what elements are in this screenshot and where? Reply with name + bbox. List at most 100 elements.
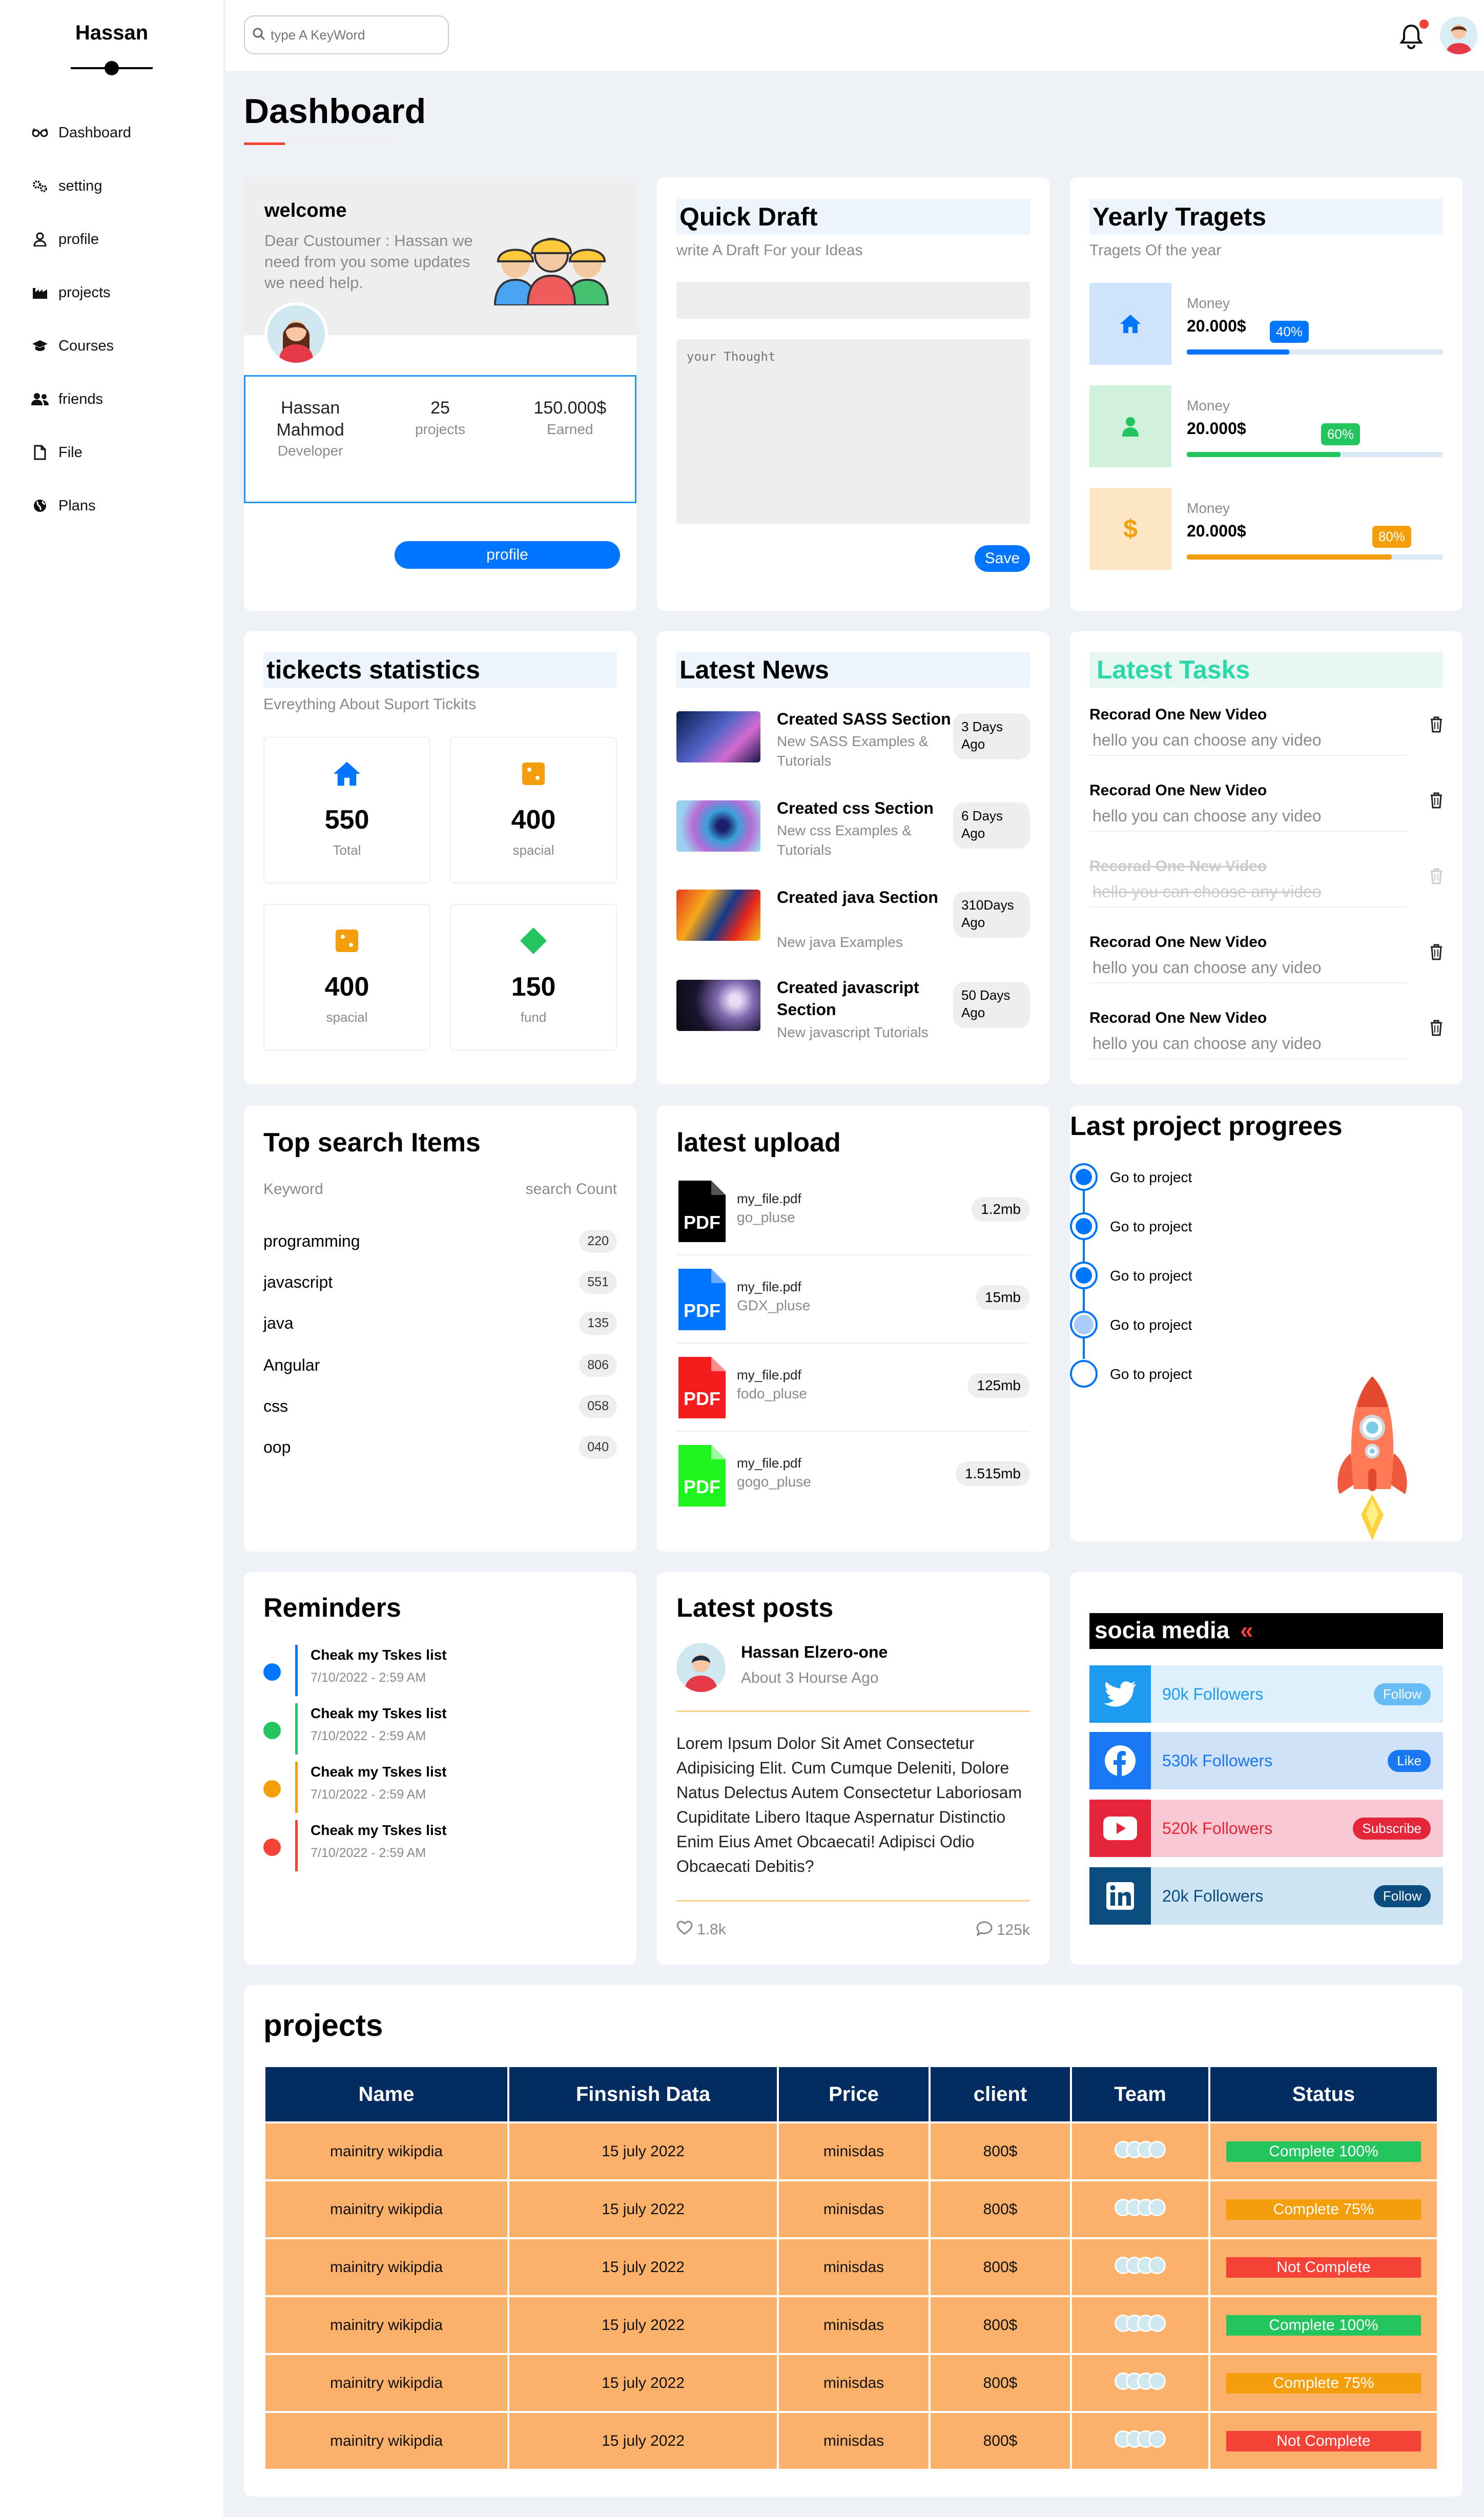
draft-textarea[interactable] xyxy=(676,339,1030,524)
table-row[interactable]: mainitry wikipdia 15 july 2022 minisdas 800… xyxy=(263,2179,1439,2239)
project-team-cell xyxy=(1070,2179,1210,2239)
upload-item[interactable]: PDF my_file.pdf GDX_pluse 15mb xyxy=(676,1256,1030,1344)
stat-projects: 25 projects xyxy=(375,377,505,502)
ticket-label: spacial xyxy=(326,1009,368,1025)
facebook-icon xyxy=(1089,1732,1151,1789)
social-media-card: socia media « 90k Followers Follow 530k … xyxy=(1070,1572,1462,1965)
sidebar-item-profile[interactable]: profile xyxy=(0,213,223,266)
upload-size: 15mb xyxy=(975,1285,1030,1310)
reminder-title: Cheak my Tskes list xyxy=(311,1822,447,1838)
upload-filename: my_file.pdf xyxy=(737,1279,801,1294)
social-like-button[interactable]: Like xyxy=(1388,1749,1431,1772)
project-date-cell: 15 july 2022 xyxy=(507,2353,779,2413)
news-item[interactable]: Created SASS Section New SASS Examples &… xyxy=(676,708,1030,775)
project-status-cell: Not Complete xyxy=(1208,2411,1439,2471)
search-keyword: Angular xyxy=(263,1355,320,1374)
reminder-time: 7/10/2022 - 2:59 AM xyxy=(311,1787,426,1802)
card-title: Latest Tasks xyxy=(1089,652,1443,688)
trash-icon[interactable] xyxy=(1430,792,1443,811)
latest-news-card: Latest News Created SASS Section New SAS… xyxy=(657,631,1049,1084)
save-button[interactable]: Save xyxy=(975,545,1030,572)
team-avatars xyxy=(1115,2430,1166,2448)
card-title: latest upload xyxy=(676,1128,841,1158)
project-name-cell: mainitry wikipdia xyxy=(263,2411,509,2471)
task-item: Recorad One New Video hello you can choo… xyxy=(1089,934,1443,995)
upload-size: 125mb xyxy=(967,1373,1030,1398)
sidebar-item-friends[interactable]: friends xyxy=(0,373,223,426)
sidebar-item-courses[interactable]: Courses xyxy=(0,319,223,373)
notification-bell-icon[interactable] xyxy=(1399,19,1430,50)
welcome-avatar xyxy=(264,302,328,366)
reminder-dot xyxy=(263,1780,281,1798)
project-client-cell: 800$ xyxy=(929,2179,1072,2239)
upload-filename: my_file.pdf xyxy=(737,1367,801,1383)
news-item[interactable]: Created css Section New css Examples & T… xyxy=(676,797,1030,864)
trash-icon[interactable] xyxy=(1430,716,1443,735)
draft-title-input[interactable] xyxy=(676,282,1030,319)
card-title: Reminders xyxy=(263,1593,401,1623)
news-time-badge: 310Days Ago xyxy=(953,892,1030,938)
social-follow-button[interactable]: Follow xyxy=(1373,1885,1431,1907)
trash-icon[interactable] xyxy=(1430,868,1443,887)
news-item[interactable]: Created javascript Section New javascrip… xyxy=(676,977,1030,1043)
table-row[interactable]: mainitry wikipdia 15 july 2022 minisdas 800… xyxy=(263,2353,1439,2413)
social-subscribe-button[interactable]: Subscribe xyxy=(1353,1817,1431,1840)
project-client-cell: 800$ xyxy=(929,2411,1072,2471)
card-subtitle: Tragets Of the year xyxy=(1089,242,1222,259)
search-input[interactable] xyxy=(271,27,440,43)
target-progress-track: 60% xyxy=(1187,423,1443,457)
step-dot xyxy=(1070,1262,1098,1289)
reminder-item[interactable]: Cheak my Tskes list 7/10/2022 - 2:59 AM xyxy=(263,1645,622,1696)
reminder-item[interactable]: Cheak my Tskes list 7/10/2022 - 2:59 AM xyxy=(263,1703,622,1755)
globe-icon xyxy=(30,496,50,516)
reminder-item[interactable]: Cheak my Tskes list 7/10/2022 - 2:59 AM xyxy=(263,1762,622,1813)
stat-label: Developer xyxy=(277,443,343,459)
ticket-box: 550 Total xyxy=(263,737,430,883)
team-avatars xyxy=(1115,2140,1166,2158)
top-search-card: Top search Items Keyword search Count pr… xyxy=(244,1106,636,1552)
card-subtitle: Evreything About Suport Tickits xyxy=(263,696,477,713)
sidebar-item-plans[interactable]: Plans xyxy=(0,479,223,532)
reminder-time: 7/10/2022 - 2:59 AM xyxy=(311,1846,426,1860)
table-row[interactable]: mainitry wikipdia 15 july 2022 minisdas 800… xyxy=(263,2121,1439,2181)
social-follow-button[interactable]: Follow xyxy=(1373,1683,1431,1705)
svg-text:PDF: PDF xyxy=(684,1476,720,1497)
social-followers: 20k Followers xyxy=(1162,1886,1264,1905)
reminder-title: Cheak my Tskes list xyxy=(311,1705,447,1721)
search-box[interactable] xyxy=(244,15,449,54)
reminder-bar xyxy=(295,1762,298,1813)
projects-card: projects Name Finsnish Data Price client… xyxy=(244,1985,1462,2497)
table-row[interactable]: mainitry wikipdia 15 july 2022 minisdas 800… xyxy=(263,2411,1439,2471)
reminder-item[interactable]: Cheak my Tskes list 7/10/2022 - 2:59 AM xyxy=(263,1820,622,1871)
trash-icon[interactable] xyxy=(1430,944,1443,963)
profile-button[interactable]: profile xyxy=(395,541,620,569)
upload-item[interactable]: PDF my_file.pdf fodo_pluse 125mb xyxy=(676,1345,1030,1432)
post-likes[interactable]: 1.8k xyxy=(676,1921,726,1939)
file-icon xyxy=(30,442,50,463)
trash-icon[interactable] xyxy=(1430,1020,1443,1039)
sidebar: Hassan Dashboard setting profile project… xyxy=(0,0,224,2517)
step-label: Go to project xyxy=(1110,1317,1192,1333)
user-icon xyxy=(30,229,50,250)
sidebar-item-file[interactable]: File xyxy=(0,426,223,479)
sidebar-item-setting[interactable]: setting xyxy=(0,159,223,213)
heart-icon xyxy=(676,1921,697,1939)
project-date-cell: 15 july 2022 xyxy=(507,2411,779,2471)
news-image xyxy=(676,980,760,1031)
search-item-row: Angular 806 xyxy=(263,1350,617,1380)
upload-item[interactable]: PDF my_file.pdf gogo_pluse 1.515mb xyxy=(676,1433,1030,1520)
stat-value: 25 xyxy=(430,398,450,418)
title-underline xyxy=(244,142,398,145)
user-avatar[interactable] xyxy=(1440,16,1478,54)
search-keyword: java xyxy=(263,1313,294,1332)
sidebar-item-label: profile xyxy=(58,231,99,247)
table-row[interactable]: mainitry wikipdia 15 july 2022 minisdas 800… xyxy=(263,2237,1439,2297)
news-item[interactable]: Created java Section New java Examples 3… xyxy=(676,886,1030,953)
upload-item[interactable]: PDF my_file.pdf go_pluse 1.2mb xyxy=(676,1168,1030,1255)
svg-text:PDF: PDF xyxy=(684,1212,720,1233)
table-row[interactable]: mainitry wikipdia 15 july 2022 minisdas 800… xyxy=(263,2295,1439,2355)
task-title: Recorad One New Video xyxy=(1089,1009,1267,1026)
sidebar-item-projects[interactable]: projects xyxy=(0,266,223,319)
post-comments[interactable]: 125k xyxy=(976,1921,1030,1940)
sidebar-item-dashboard[interactable]: Dashboard xyxy=(0,106,223,159)
